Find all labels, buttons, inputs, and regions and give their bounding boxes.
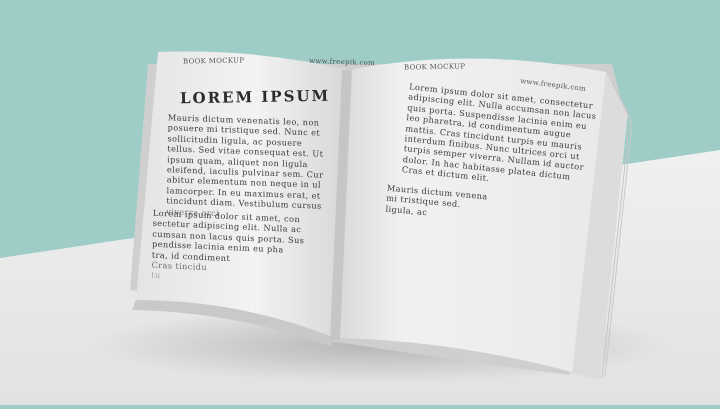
left-paragraph-1: Mauris dictum venenatis leo, non posuere… (166, 112, 324, 222)
left-header-label: BOOK MOCKUP (182, 56, 245, 66)
book-mockup-scene: BOOK MOCKUP www.freepik.com LOREM IPSUM … (0, 0, 720, 405)
page-title: LOREM IPSUM (179, 86, 331, 108)
right-paragraph-1: Lorem ipsum dolor sit amet, consectetur … (401, 81, 597, 195)
left-paragraph-2: Lorem ipsum dolor sit amet, con sectetur… (151, 208, 305, 288)
right-header-label: BOOK MOCKUP (403, 62, 466, 72)
